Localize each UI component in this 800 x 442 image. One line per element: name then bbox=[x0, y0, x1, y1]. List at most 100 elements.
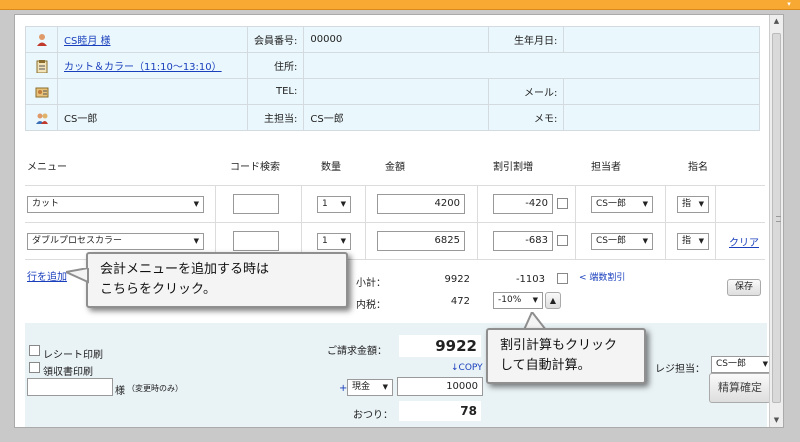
recipient-name-input[interactable] bbox=[27, 378, 113, 396]
qty-select[interactable]: 1 ▼ bbox=[317, 196, 351, 213]
menu-select[interactable]: カット ▼ bbox=[27, 196, 204, 213]
name-note: （変更時のみ） bbox=[127, 384, 183, 393]
header-menu: メニュー bbox=[27, 162, 67, 173]
clear-link[interactable]: クリア bbox=[729, 234, 759, 249]
add-menu-callout-line2: こちらをクリック。 bbox=[100, 282, 216, 297]
name-suffix: 様 bbox=[115, 386, 125, 397]
table-row: カット ▼ 1 ▼ 4200 -420 CS一郎 ▼ 指 ▼ bbox=[25, 185, 765, 222]
mail-value bbox=[563, 78, 760, 105]
phone-book-icon bbox=[25, 78, 58, 105]
apply-discount-button[interactable]: ▲ bbox=[545, 292, 561, 309]
header-amount: 金額 bbox=[385, 162, 405, 173]
checkout-footer: レシート印刷 領収書印刷 様 （変更時のみ） ご請求金額： 9922 ↓COPY… bbox=[25, 323, 773, 427]
discount-callout: 割引計算もクリック して自動計算。 bbox=[486, 328, 646, 384]
header-nomination: 指名 bbox=[688, 162, 708, 173]
chevron-down-icon: ▼ bbox=[642, 237, 648, 245]
main-staff-label: 主担当: bbox=[246, 104, 305, 131]
tax-label: 内税： bbox=[356, 300, 386, 311]
column-divider bbox=[715, 185, 716, 259]
scroll-down-icon[interactable]: ▼ bbox=[770, 414, 783, 427]
invoice-print-label: 領収書印刷 bbox=[43, 367, 93, 378]
member-no-label: 会員番号: bbox=[246, 26, 305, 53]
window-title-bar: ▾ bbox=[0, 0, 800, 10]
subtotal-discount: -1103 bbox=[515, 274, 545, 285]
address-value bbox=[303, 52, 760, 79]
memo-value bbox=[563, 104, 760, 131]
subtotal-value: 9922 bbox=[444, 274, 470, 285]
grip-icon bbox=[776, 216, 781, 222]
callout-pointer-icon bbox=[66, 268, 89, 284]
memo-label: メモ: bbox=[488, 104, 565, 131]
column-divider bbox=[477, 185, 478, 259]
discount-rate-select[interactable]: -10% ▼ bbox=[493, 292, 543, 309]
discount-checkbox[interactable] bbox=[557, 198, 568, 209]
staff-select[interactable]: CS一郎 ▼ bbox=[591, 233, 653, 250]
chevron-down-icon: ▼ bbox=[340, 237, 346, 245]
receipt-print-checkbox[interactable] bbox=[29, 345, 40, 356]
address-label: 住所: bbox=[246, 52, 305, 79]
discount-input[interactable]: -420 bbox=[493, 194, 553, 214]
main-staff-value: CS一郎 bbox=[303, 104, 490, 131]
amount-input[interactable]: 4200 bbox=[377, 194, 465, 214]
menu-select[interactable]: ダブルプロセスカラー ▼ bbox=[27, 233, 204, 250]
mail-label: メール: bbox=[488, 78, 565, 105]
chevron-down-icon: ▼ bbox=[340, 200, 346, 208]
code-search-input[interactable] bbox=[233, 231, 279, 251]
change-amount: 78 bbox=[399, 401, 481, 421]
column-divider bbox=[575, 185, 576, 259]
customer-name-link[interactable]: CS睦月 様 bbox=[64, 36, 111, 47]
register-staff-label: レジ担当： bbox=[655, 364, 705, 375]
birthday-value bbox=[563, 26, 760, 53]
chevron-down-icon: ▼ bbox=[532, 296, 538, 304]
chevron-down-icon: ▼ bbox=[698, 200, 704, 208]
tel-value bbox=[303, 78, 490, 105]
fraction-discount-link[interactable]: < 端数割引 bbox=[579, 270, 625, 283]
person-icon bbox=[25, 26, 58, 53]
customer-info-table: CS睦月 様 会員番号: 00000 生年月日: カット＆カラー（11:10〜1… bbox=[25, 26, 760, 131]
checkout-dialog: CS睦月 様 会員番号: 00000 生年月日: カット＆カラー（11:10〜1… bbox=[14, 14, 784, 428]
column-divider bbox=[215, 185, 216, 259]
scrollbar-thumb[interactable] bbox=[772, 33, 781, 403]
chevron-down-icon: ▼ bbox=[193, 237, 199, 245]
code-search-input[interactable] bbox=[233, 194, 279, 214]
invoice-print-checkbox[interactable] bbox=[29, 362, 40, 373]
bulk-discount-checkbox[interactable] bbox=[557, 273, 568, 284]
chevron-down-icon: ▼ bbox=[762, 360, 768, 368]
nomination-select[interactable]: 指 ▼ bbox=[677, 233, 709, 250]
scroll-up-icon[interactable]: ▲ bbox=[770, 15, 783, 28]
copy-link[interactable]: ↓COPY bbox=[451, 363, 483, 373]
vertical-scrollbar[interactable]: ▲ ▼ bbox=[769, 15, 783, 427]
discount-callout-line1: 割引計算もクリック bbox=[500, 338, 618, 353]
header-staff: 担当者 bbox=[591, 162, 621, 173]
qty-select[interactable]: 1 ▼ bbox=[317, 233, 351, 250]
member-no-value: 00000 bbox=[303, 26, 490, 53]
appointment-link[interactable]: カット＆カラー（11:10〜13:10） bbox=[64, 62, 222, 73]
add-menu-callout-line1: 会計メニューを追加する時は bbox=[100, 262, 270, 277]
birthday-label: 生年月日: bbox=[488, 26, 565, 53]
header-discount: 割引割増 bbox=[493, 162, 533, 173]
nomination-select[interactable]: 指 ▼ bbox=[677, 196, 709, 213]
register-staff-select[interactable]: CS一郎 ▼ bbox=[711, 356, 773, 373]
column-divider bbox=[365, 185, 366, 259]
add-menu-callout: 会計メニューを追加する時は こちらをクリック。 bbox=[86, 252, 348, 308]
chevron-down-icon: ▼ bbox=[193, 200, 199, 208]
staff-select[interactable]: CS一郎 ▼ bbox=[591, 196, 653, 213]
billing-label: ご請求金額： bbox=[327, 346, 387, 357]
column-divider bbox=[665, 185, 666, 259]
triangle-up-icon: ▲ bbox=[549, 296, 557, 305]
chevron-down-icon: ▼ bbox=[382, 383, 388, 391]
column-divider bbox=[301, 185, 302, 259]
payment-amount-input[interactable]: 10000 bbox=[397, 377, 483, 396]
billing-amount: 9922 bbox=[399, 335, 481, 357]
collapse-icon[interactable]: ▾ bbox=[784, 0, 794, 9]
add-row-link[interactable]: 行を追加 bbox=[27, 268, 67, 283]
confirm-checkout-button[interactable]: 精算確定 bbox=[709, 373, 771, 403]
discount-checkbox[interactable] bbox=[557, 235, 568, 246]
save-button[interactable]: 保存 bbox=[727, 279, 761, 296]
discount-input[interactable]: -683 bbox=[493, 231, 553, 251]
payment-method-select[interactable]: 現金 ▼ bbox=[347, 379, 393, 396]
tax-value: 472 bbox=[450, 296, 470, 307]
header-code-search: コード検索 bbox=[230, 162, 280, 173]
amount-input[interactable]: 6825 bbox=[377, 231, 465, 251]
clipboard-icon bbox=[25, 52, 58, 79]
